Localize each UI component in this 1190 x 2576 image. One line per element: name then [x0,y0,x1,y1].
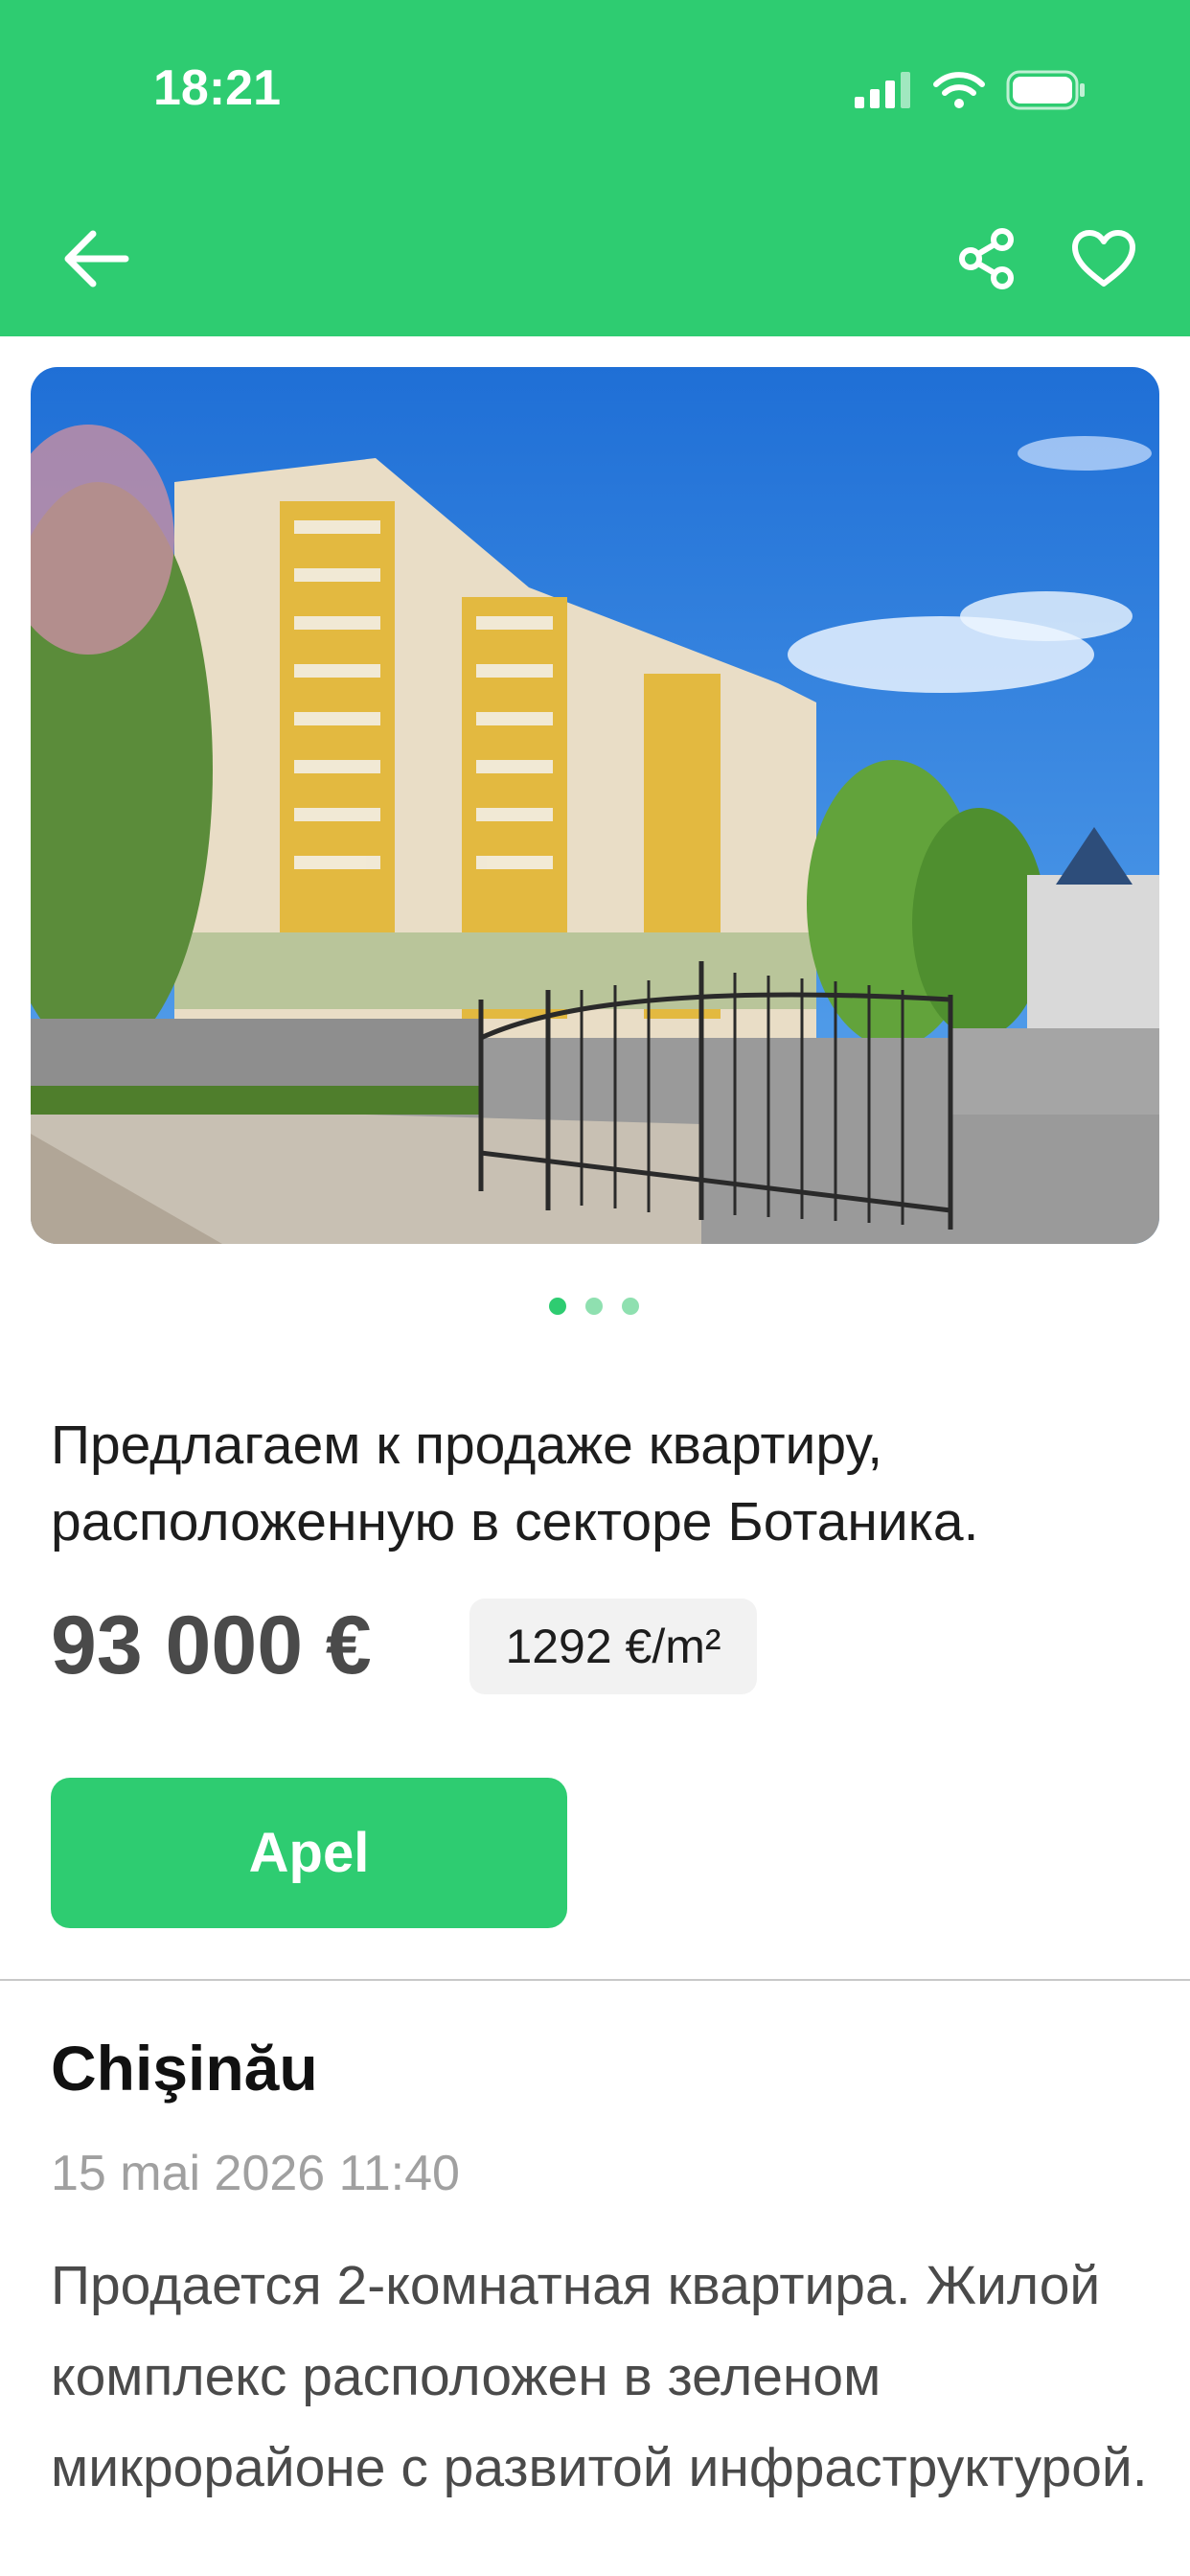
listing-photo[interactable] [31,367,1159,1244]
gallery-dot[interactable] [622,1298,639,1315]
back-button[interactable] [57,220,134,297]
gallery-dot-active[interactable] [549,1298,566,1315]
share-button[interactable] [953,220,1020,297]
arrow-left-icon [64,230,129,288]
gallery-dot[interactable] [585,1298,603,1315]
listing-price: 93 000 € [51,1599,372,1691]
share-icon [959,228,1014,289]
gallery-pagination[interactable] [549,1298,639,1315]
apartment-building-photo [31,367,1159,1244]
wifi-icon [933,72,985,108]
status-time: 18:21 [153,60,281,116]
price-per-m2-badge: 1292 €/m² [469,1598,757,1694]
listing-title: Предлагаем к продаже квартиру, расположе… [51,1414,979,1552]
battery-icon [1006,70,1085,110]
section-divider [0,1979,1190,1981]
cellular-signal-icon [855,72,910,108]
heart-outline-icon [1072,230,1135,287]
listing-date: 15 mai 2026 11:40 [51,2146,460,2201]
app-header: 18:21 [0,0,1190,336]
status-icons [853,67,1087,113]
listing-description: Продается 2-комнатная квартира. Жилой ко… [51,2255,1148,2498]
listing-city: Chişinău [51,2033,318,2104]
call-button[interactable]: Apel [51,1778,567,1928]
favorite-button[interactable] [1065,222,1142,295]
